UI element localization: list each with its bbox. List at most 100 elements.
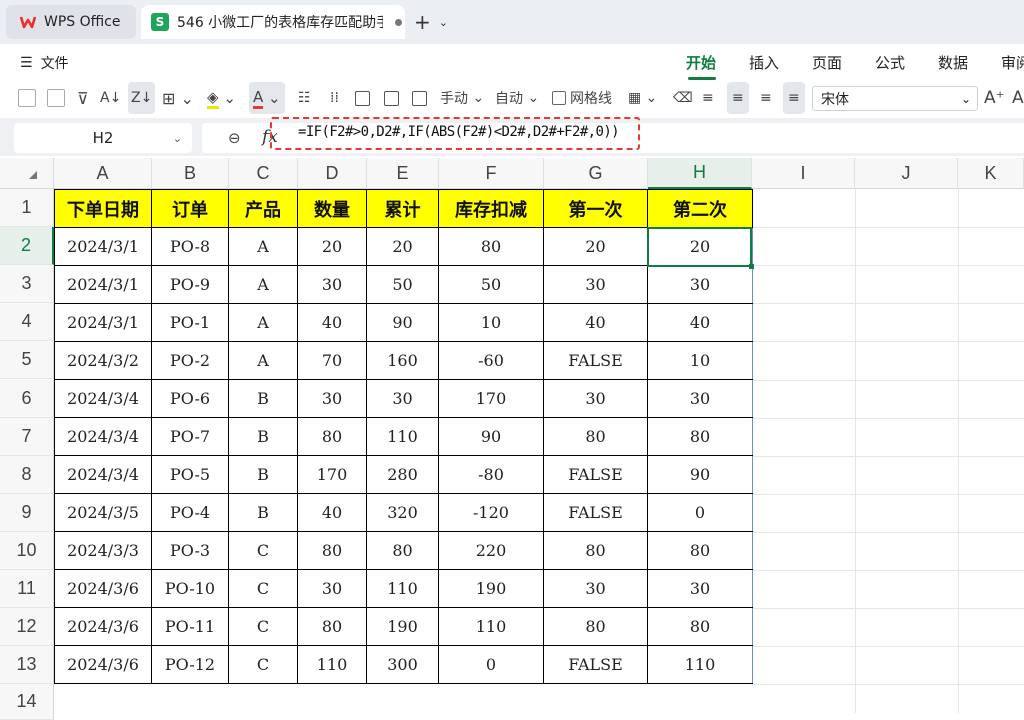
column-header-a[interactable]: A: [54, 158, 152, 189]
column-header-e[interactable]: E: [367, 158, 439, 189]
table-cell[interactable]: 80: [543, 417, 648, 456]
table-cell[interactable]: 110: [647, 645, 753, 684]
align-right-icon[interactable]: ≡: [760, 82, 772, 114]
table-cell[interactable]: 30: [297, 379, 367, 418]
row-header-5[interactable]: 5: [0, 341, 54, 380]
table-cell[interactable]: 80: [366, 531, 439, 570]
font-select[interactable]: 宋体 ⌄: [812, 86, 978, 111]
table-cell[interactable]: 80: [543, 531, 648, 570]
row-header-7[interactable]: 7: [0, 417, 54, 456]
table-cell[interactable]: PO-1: [151, 303, 229, 342]
row-header-14[interactable]: 14: [0, 684, 54, 720]
align-center-icon[interactable]: ≡: [727, 82, 749, 114]
table-cell[interactable]: C: [228, 531, 298, 570]
row-header-4[interactable]: 4: [0, 303, 54, 342]
sort-asc-icon[interactable]: A↓: [100, 82, 121, 114]
table-cell[interactable]: 110: [438, 607, 544, 646]
table-cell[interactable]: 320: [366, 493, 439, 532]
clear-icon[interactable]: ⌫: [673, 82, 693, 114]
table-cell[interactable]: 2024/3/5: [54, 493, 152, 532]
header-cell[interactable]: 库存扣减: [438, 189, 544, 228]
table-cell[interactable]: 110: [366, 569, 439, 608]
increase-font-icon[interactable]: A⁺: [984, 82, 1005, 114]
table-cell[interactable]: 90: [438, 417, 544, 456]
row-header-13[interactable]: 13: [0, 646, 54, 685]
row-header-1[interactable]: 1: [0, 189, 54, 227]
header-cell[interactable]: 累计: [366, 189, 439, 228]
borders-icon[interactable]: ⊞ ⌄: [162, 82, 194, 114]
table-cell[interactable]: PO-9: [151, 265, 229, 304]
table-cell[interactable]: 280: [366, 455, 439, 494]
table-cell[interactable]: 80: [647, 607, 753, 646]
zoom-search-icon[interactable]: ⊖: [228, 129, 241, 147]
table-cell[interactable]: 2024/3/4: [54, 455, 152, 494]
table-cell[interactable]: 80: [297, 417, 367, 456]
table-cell[interactable]: 2024/3/1: [54, 265, 152, 304]
font-color-icon[interactable]: A ⌄: [249, 82, 285, 114]
table-cell[interactable]: 160: [366, 341, 439, 380]
column-header-i[interactable]: I: [752, 158, 855, 189]
decrease-font-icon[interactable]: A: [1012, 82, 1024, 114]
table-cell[interactable]: 20: [366, 227, 439, 266]
column-header-k[interactable]: K: [958, 158, 1024, 189]
table-cell[interactable]: PO-10: [151, 569, 229, 608]
table-cell[interactable]: 2024/3/2: [54, 341, 152, 380]
table-cell[interactable]: FALSE: [543, 341, 648, 380]
auto-calc-button[interactable]: 自动 ⌄: [495, 82, 539, 114]
table-cell[interactable]: 30: [366, 379, 439, 418]
table-cell[interactable]: C: [228, 569, 298, 608]
row-header-2[interactable]: 2: [0, 227, 54, 266]
table-cell[interactable]: B: [228, 379, 298, 418]
header-cell[interactable]: 下单日期: [54, 189, 152, 228]
gridlines-checkbox[interactable]: [552, 91, 566, 105]
align-left-icon[interactable]: ≡: [702, 82, 714, 114]
table-cell[interactable]: PO-7: [151, 417, 229, 456]
table-cell[interactable]: 220: [438, 531, 544, 570]
table-cell[interactable]: C: [228, 607, 298, 646]
header-cell[interactable]: 第二次: [647, 189, 753, 228]
chevron-down-icon[interactable]: ⌄: [439, 16, 448, 29]
ribbon-tab[interactable]: 审阅: [1001, 52, 1024, 73]
paste-format-icon[interactable]: [18, 82, 36, 114]
table-cell[interactable]: 110: [297, 645, 367, 684]
table-cell[interactable]: PO-12: [151, 645, 229, 684]
file-menu[interactable]: ☰ 文件: [20, 53, 69, 73]
gridlines-toggle[interactable]: 网格线: [552, 82, 612, 114]
table-cell[interactable]: 70: [297, 341, 367, 380]
column-header-j[interactable]: J: [855, 158, 958, 189]
table-cell[interactable]: A: [228, 303, 298, 342]
table-cell[interactable]: PO-11: [151, 607, 229, 646]
table-cell[interactable]: 30: [647, 569, 753, 608]
column-header-g[interactable]: G: [544, 158, 648, 189]
table-cell[interactable]: A: [228, 265, 298, 304]
fill-color-icon[interactable]: ◈ ⌄: [207, 82, 236, 114]
table-cell[interactable]: PO-5: [151, 455, 229, 494]
ribbon-tab[interactable]: 页面: [812, 52, 875, 73]
insert-col-icon[interactable]: [384, 82, 399, 114]
freeze-icon[interactable]: [412, 82, 427, 114]
ribbon-tab[interactable]: 公式: [875, 52, 938, 73]
column-header-b[interactable]: B: [152, 158, 229, 189]
table-cell[interactable]: 2024/3/3: [54, 531, 152, 570]
column-header-f[interactable]: F: [439, 158, 544, 189]
table-cell[interactable]: 50: [438, 265, 544, 304]
row-header-9[interactable]: 9: [0, 493, 54, 532]
header-cell[interactable]: 第一次: [543, 189, 648, 228]
table-cell[interactable]: B: [228, 417, 298, 456]
table-cell[interactable]: 40: [647, 303, 753, 342]
column-header-d[interactable]: D: [298, 158, 367, 189]
active-cell-h2[interactable]: [647, 227, 754, 269]
table-cell[interactable]: 80: [297, 531, 367, 570]
row-header-8[interactable]: 8: [0, 455, 54, 494]
ribbon-tab[interactable]: 数据: [938, 52, 1001, 73]
table-cell[interactable]: A: [228, 341, 298, 380]
wrap-icon[interactable]: ☷: [298, 82, 311, 114]
table-cell[interactable]: 90: [647, 455, 753, 494]
ribbon-tab[interactable]: 开始: [686, 52, 749, 80]
unsaved-dot-icon[interactable]: [395, 18, 402, 26]
column-header-c[interactable]: C: [229, 158, 298, 189]
manual-calc-button[interactable]: 手动 ⌄: [440, 82, 484, 114]
table-cell[interactable]: C: [228, 645, 298, 684]
table-cell[interactable]: -120: [438, 493, 544, 532]
table-cell[interactable]: -60: [438, 341, 544, 380]
